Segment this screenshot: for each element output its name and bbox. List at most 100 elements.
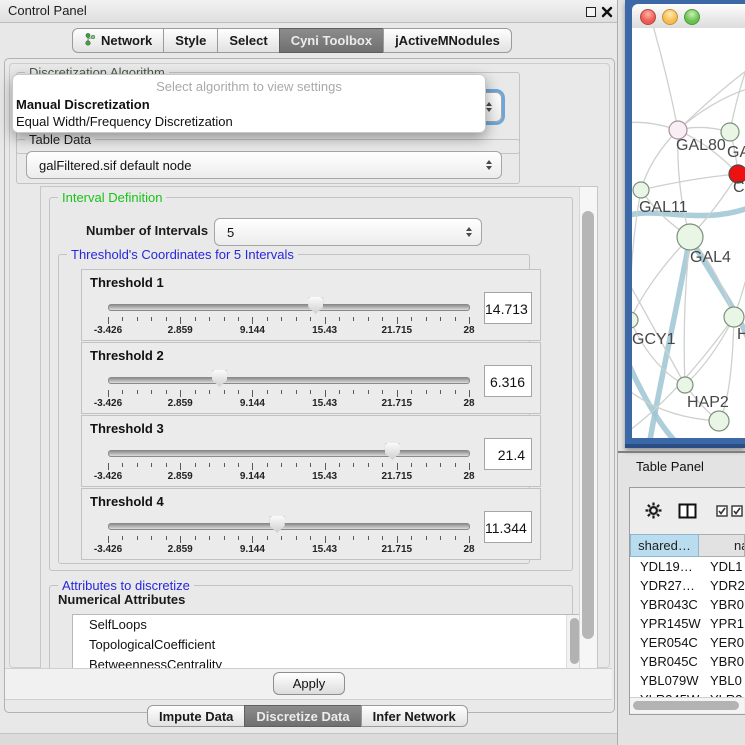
close-traffic-light[interactable] xyxy=(640,9,656,25)
numerical-attributes-label: Numerical Attributes xyxy=(58,592,185,607)
interval-definition-group: Interval Definition Number of Intervals … xyxy=(49,197,573,571)
threshold-4-slider-track[interactable] xyxy=(108,523,470,530)
network-canvas-svg: GAL80GACGAL11GAL4GCY1HHAP2 xyxy=(632,28,745,438)
threshold-2-slider-track[interactable] xyxy=(108,377,470,384)
threshold-2-label: Threshold 2 xyxy=(90,348,164,363)
threshold-1-slider-handle[interactable] xyxy=(308,297,323,314)
settings-scroll-area: Interval Definition Number of Intervals … xyxy=(40,186,598,670)
dropdown-hint-item: Select algorithm to view settings xyxy=(13,75,485,96)
tab-jactivemnodules[interactable]: jActiveMNodules xyxy=(383,28,512,53)
network-edge[interactable] xyxy=(652,28,678,130)
table-panel-title: Table Panel xyxy=(636,459,704,474)
zoom-traffic-light[interactable] xyxy=(684,9,700,25)
network-node[interactable] xyxy=(633,182,649,198)
network-canvas[interactable]: GAL80GACGAL11GAL4GCY1HHAP2 xyxy=(632,28,745,438)
network-edge[interactable] xyxy=(678,68,745,130)
dropdown-item-equal-width-frequency[interactable]: Equal Width/Frequency Discretization xyxy=(13,113,485,130)
apply-button[interactable]: Apply xyxy=(273,672,345,695)
numerical-attributes-items: SelfLoopsTopologicalCoefficientBetweenne… xyxy=(73,615,581,670)
table-row[interactable]: YLR345WYLR3 xyxy=(630,690,745,697)
status-band xyxy=(0,733,618,745)
network-icon xyxy=(84,32,96,49)
cytoscape-window: Control Panel Network Style Select Cyni … xyxy=(0,0,745,745)
network-node-label: GAL4 xyxy=(690,249,731,266)
dropdown-item-manual-discretization[interactable]: Manual Discretization xyxy=(13,96,485,113)
attribute-list-item[interactable]: SelfLoops xyxy=(73,615,581,635)
interval-definition-group-label: Interval Definition xyxy=(58,190,166,205)
network-node-label: GA xyxy=(727,144,745,161)
attribute-list-item[interactable]: TopologicalCoefficient xyxy=(73,635,581,655)
table-row[interactable]: YDL19…YDL1 xyxy=(630,557,745,576)
table-data-combobox[interactable]: galFiltered.sif default node xyxy=(26,151,502,179)
threshold-1-label: Threshold 1 xyxy=(90,275,164,290)
threshold-2-slider-handle[interactable] xyxy=(212,370,227,387)
tab-discretize-data[interactable]: Discretize Data xyxy=(244,705,361,727)
control-panel-titlebar: Control Panel xyxy=(0,0,618,23)
close-icon[interactable] xyxy=(601,5,613,17)
threshold-3-value-field[interactable]: 21.4 xyxy=(484,438,532,470)
network-window-titlebar[interactable] xyxy=(632,4,745,29)
table-rows: YDL19…YDL1YDR27…YDR2YBR043CYBR0YPR145WYP… xyxy=(630,557,745,697)
checkbox-checked-icon[interactable] xyxy=(716,504,728,522)
network-node-label: H xyxy=(737,326,745,343)
table-row[interactable]: YBL079WYBL0 xyxy=(630,671,745,690)
table-row[interactable]: YER054CYER0 xyxy=(630,633,745,652)
numerical-attributes-list[interactable]: SelfLoopsTopologicalCoefficientBetweenne… xyxy=(72,614,582,670)
tab-impute-data[interactable]: Impute Data xyxy=(147,705,245,727)
threshold-3-slider-track[interactable] xyxy=(108,450,470,457)
combo-arrows-icon xyxy=(466,227,472,237)
control-panel-title: Control Panel xyxy=(8,0,87,22)
table-header-row: shared… na xyxy=(630,534,745,557)
threshold-4-ruler xyxy=(108,536,469,544)
split-columns-icon[interactable] xyxy=(678,503,697,524)
threshold-2-value-field[interactable]: 6.316 xyxy=(484,365,532,397)
table-row[interactable]: YPR145WYPR1 xyxy=(630,614,745,633)
combo-arrows-icon xyxy=(486,102,492,112)
table-row[interactable]: YBR043CYBR0 xyxy=(630,595,745,614)
tab-cyni-toolbox[interactable]: Cyni Toolbox xyxy=(279,28,384,53)
minimize-traffic-light[interactable] xyxy=(662,9,678,25)
tab-network-label: Network xyxy=(101,33,152,48)
number-of-intervals-value: 5 xyxy=(227,219,234,245)
threshold-3-label: Threshold 3 xyxy=(90,421,164,436)
network-edge[interactable] xyxy=(632,320,685,385)
network-node[interactable] xyxy=(632,312,638,328)
network-node[interactable] xyxy=(677,377,693,393)
tab-style[interactable]: Style xyxy=(163,28,218,53)
table-panel-divider[interactable] xyxy=(618,451,745,453)
tab-network[interactable]: Network xyxy=(72,28,164,53)
network-node[interactable] xyxy=(724,307,744,327)
table-horizontal-scrollbar[interactable] xyxy=(630,697,744,713)
attributes-group-label: Attributes to discretize xyxy=(58,578,194,593)
threshold-1-value-field[interactable]: 14.713 xyxy=(484,292,532,324)
network-node[interactable] xyxy=(677,224,703,250)
tab-select[interactable]: Select xyxy=(217,28,279,53)
number-of-intervals-combobox[interactable]: 5 xyxy=(214,218,482,246)
network-node-label: GAL11 xyxy=(639,199,688,216)
tab-infer-network[interactable]: Infer Network xyxy=(361,705,468,727)
network-edge[interactable] xyxy=(641,174,738,190)
table-header-name[interactable]: na xyxy=(699,534,745,557)
network-node-label: GAL80 xyxy=(676,137,726,154)
thresholds-group: Threshold's Coordinates for 5 Intervals … xyxy=(58,254,530,564)
threshold-2-ruler xyxy=(108,390,469,398)
network-node-label: HAP2 xyxy=(687,394,729,411)
float-window-icon[interactable] xyxy=(586,7,596,17)
threshold-4-slider-handle[interactable] xyxy=(270,516,285,533)
threshold-1-slider-track[interactable] xyxy=(108,304,470,311)
threshold-4-label: Threshold 4 xyxy=(90,494,164,509)
number-of-intervals-label: Number of Intervals xyxy=(86,218,208,244)
table-header-shared-name[interactable]: shared… xyxy=(630,534,699,557)
network-node[interactable] xyxy=(709,411,729,431)
threshold-4-value-field[interactable]: 11.344 xyxy=(484,511,532,543)
gear-icon[interactable] xyxy=(645,502,662,524)
table-row[interactable]: YDR27…YDR2 xyxy=(630,576,745,595)
attributes-group: Attributes to discretize Numerical Attri… xyxy=(49,585,573,670)
threshold-3-slider-handle[interactable] xyxy=(385,443,400,460)
thresholds-group-label: Threshold's Coordinates for 5 Intervals xyxy=(67,247,298,262)
checkbox-checked-icon[interactable] xyxy=(731,504,743,522)
network-edge[interactable] xyxy=(641,130,678,190)
settings-vertical-scrollbar[interactable] xyxy=(579,187,597,669)
cyni-bottom-tabs: Impute Data Discretize Data Infer Networ… xyxy=(147,705,468,730)
table-row[interactable]: YBR045CYBR0 xyxy=(630,652,745,671)
